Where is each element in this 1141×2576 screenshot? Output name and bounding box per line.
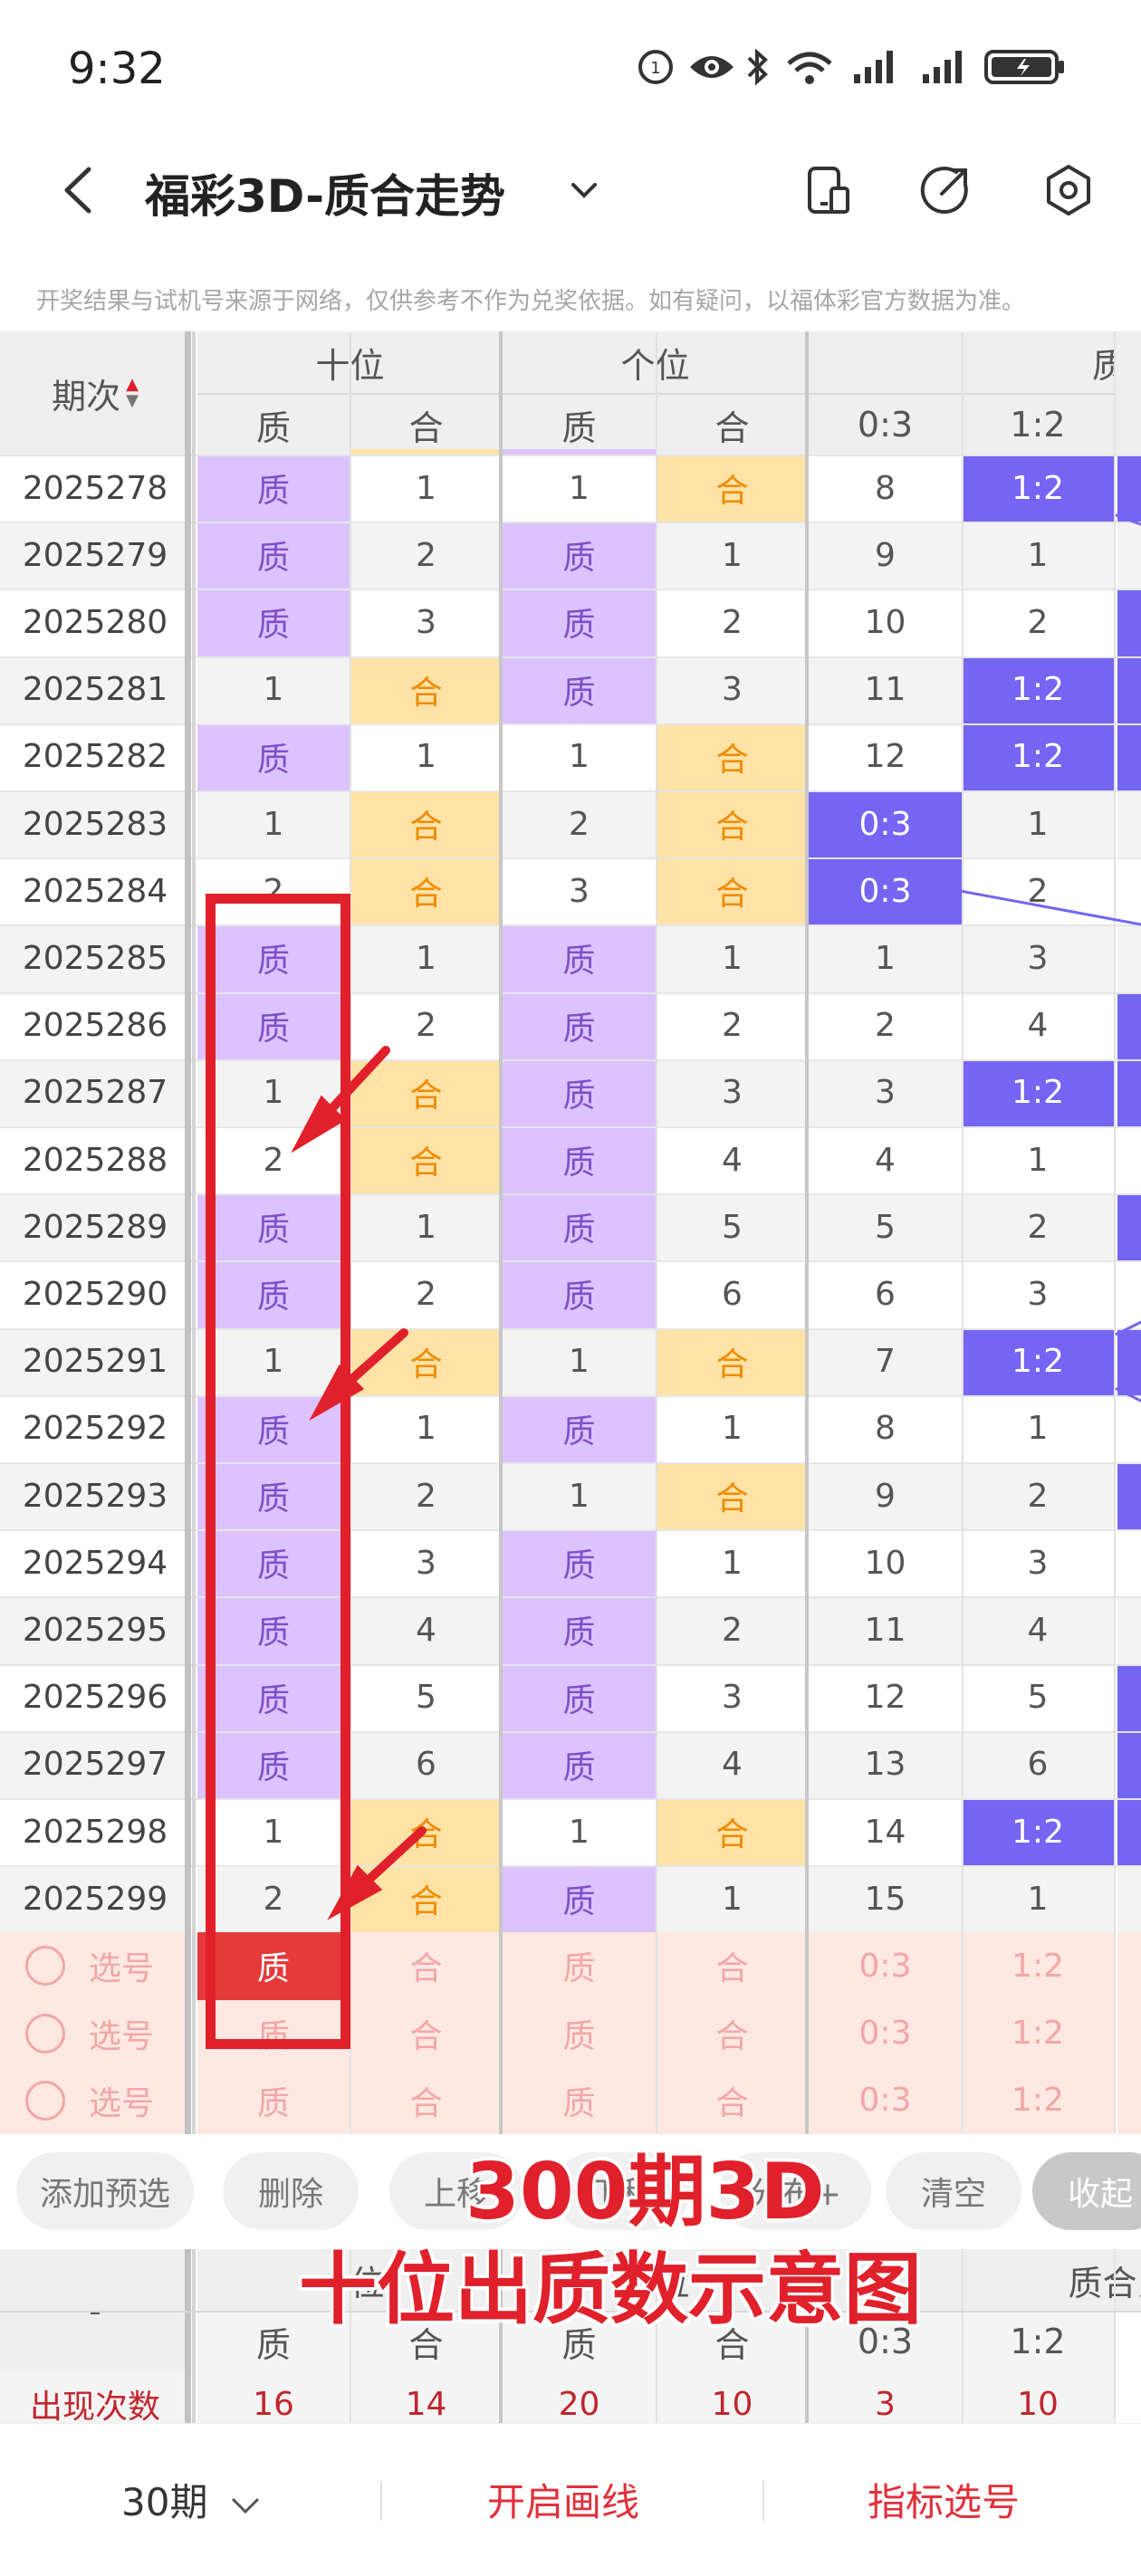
stats-sub-header: 1:2 [962,2311,1114,2372]
chevron-down-icon [231,2497,259,2514]
alarm-icon: 1 [634,45,677,89]
disclaimer-text: 开奖结果与试机号来源于网络，仅供参考不作为兑奖依据。如有疑问，以福体彩官方数据为… [36,288,1026,315]
stats-count: 16 [197,2372,350,2423]
page-title[interactable]: 福彩3D-质合走势 [145,160,505,225]
signal-icon [920,45,969,89]
collapse-button[interactable]: 收起 [1032,2152,1141,2230]
wifi-icon [782,45,837,89]
highlight-box [206,894,350,2049]
stats-count: 3 [809,2372,962,2423]
period-select-label: 30期 [121,2480,208,2524]
delete-button[interactable]: 删除 [223,2152,359,2230]
stats-count: 20 [503,2372,656,2423]
annotation-subtitle: 十位出质数示意图 [299,2245,922,2335]
stats-count: 10 [962,2372,1114,2423]
bluetooth-icon [744,45,772,89]
device-icon[interactable] [801,161,858,219]
share-icon[interactable] [916,161,974,219]
status-bar: 9:32 1 [0,0,1141,136]
eye-icon [686,45,737,89]
stats-row-label: 出现次数 [0,2372,190,2423]
back-button[interactable] [53,158,107,222]
divider [380,2481,382,2521]
status-time: 9:32 [68,43,166,94]
add-preselect-button[interactable]: 添加预选 [16,2152,194,2230]
back-arrow-icon [64,167,91,214]
stats-group-label: 质合比 [1068,2263,1141,2303]
period-select[interactable]: 30期 [121,2472,264,2527]
chevron-down-icon[interactable] [566,172,602,208]
trend-table[interactable]: 期次▲▼十位个位质合比质合质合0:31:22025278质11合81:22025… [0,331,1141,2135]
stats-count: 10 [656,2372,809,2423]
draw-line-button[interactable]: 开启画线 [487,2472,639,2527]
indicator-select-button[interactable]: 指标选号 [868,2472,1020,2527]
divider [762,2481,764,2521]
battery-icon [983,45,1067,89]
clear-button[interactable]: 清空 [886,2152,1021,2230]
svg-text:1: 1 [650,59,660,78]
annotation-title: 300期3D [465,2147,825,2237]
signal-icon [851,45,900,89]
settings-icon[interactable] [1040,161,1098,219]
stats-count: 14 [350,2372,503,2423]
